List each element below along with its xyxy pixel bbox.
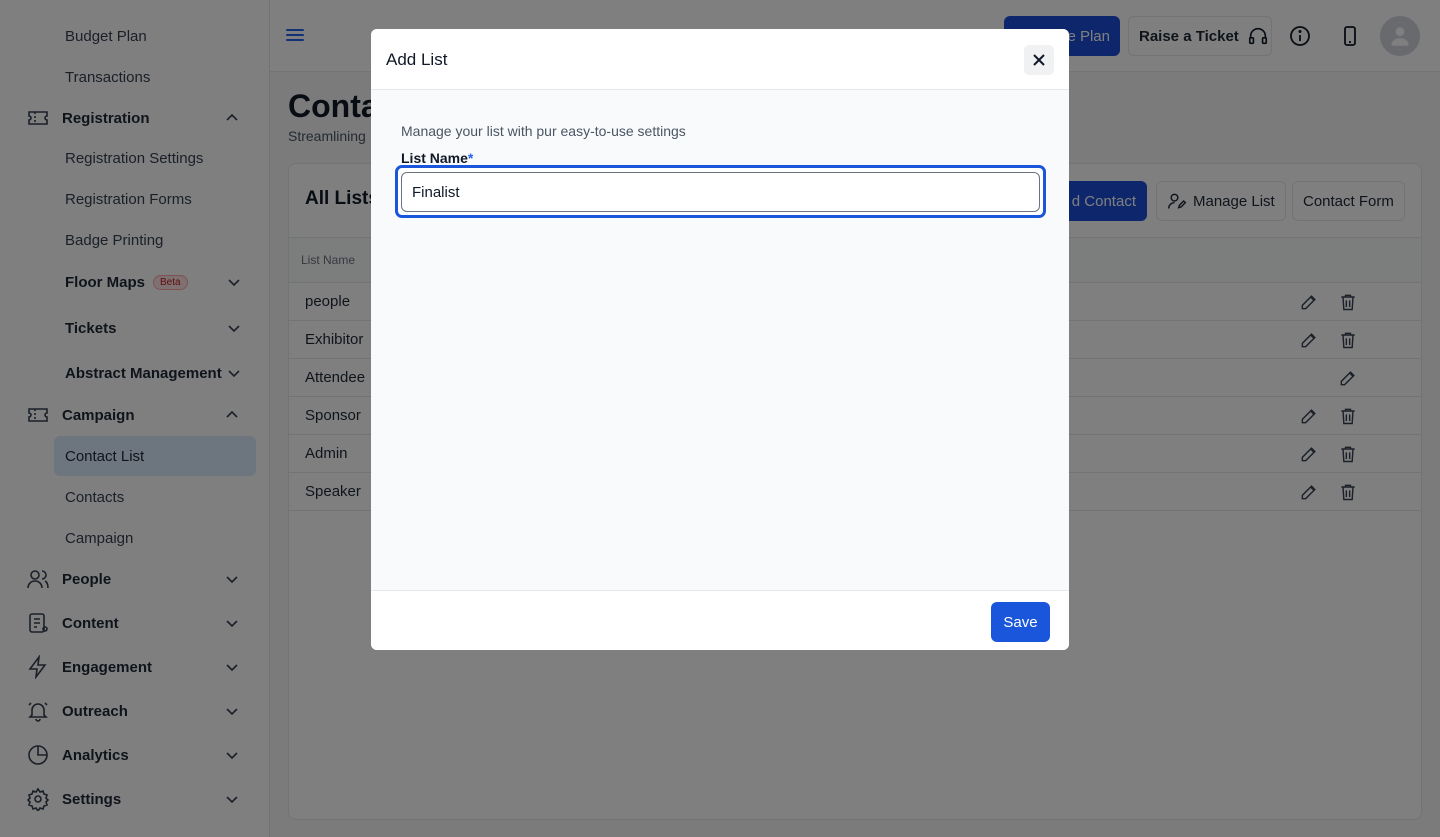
close-button[interactable] <box>1024 45 1054 75</box>
list-name-label: List Name* <box>401 150 473 166</box>
list-name-label-text: List Name <box>401 150 468 166</box>
modal-title: Add List <box>386 50 448 69</box>
required-mark: * <box>467 150 474 166</box>
list-name-input[interactable] <box>401 172 1040 212</box>
close-icon <box>1033 54 1045 66</box>
modal-description: Manage your list with pur easy-to-use se… <box>401 123 686 139</box>
modal-header: Add List <box>371 29 1069 90</box>
add-list-modal: Add List Manage your list with pur easy-… <box>371 29 1069 650</box>
list-name-focus-ring <box>395 165 1046 218</box>
modal-footer: Save <box>371 590 1069 650</box>
save-button[interactable]: Save <box>991 602 1050 642</box>
